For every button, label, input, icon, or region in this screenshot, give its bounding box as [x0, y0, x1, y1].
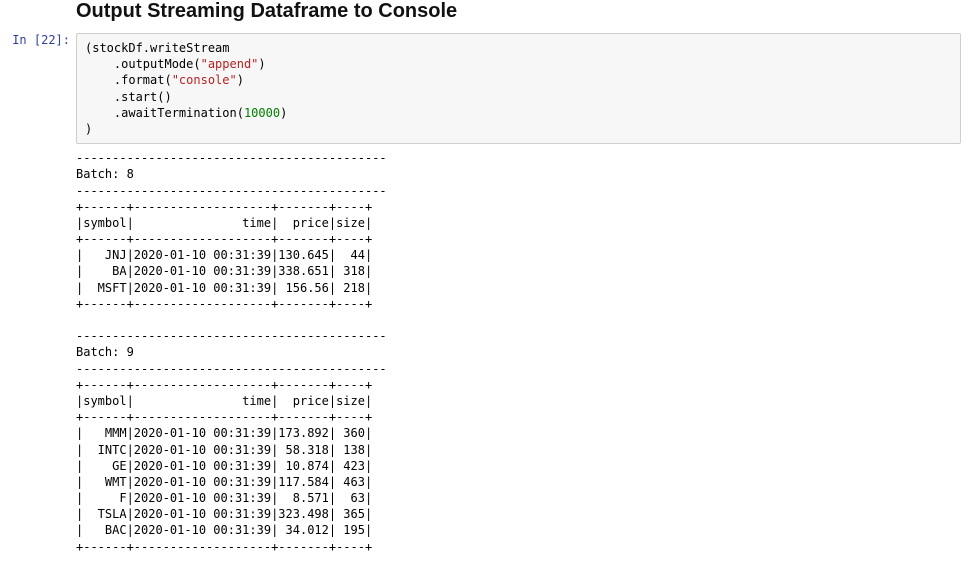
output-row: ----------------------------------------… — [0, 150, 979, 555]
code-token: .outputMode( — [85, 57, 201, 71]
code-token: ) — [237, 73, 244, 87]
code-token: .writeStream — [143, 41, 230, 55]
input-prompt: In [22]: — [0, 33, 76, 49]
notebook: Output Streaming Dataframe to Console In… — [0, 0, 979, 575]
stdout-output: ----------------------------------------… — [76, 150, 979, 555]
code-number: 10000 — [244, 106, 280, 120]
code-token: .start() — [85, 90, 172, 104]
code-token: ) — [280, 106, 287, 120]
code-string: "console" — [172, 73, 237, 87]
code-token: .format( — [85, 73, 172, 87]
code-token: ) — [258, 57, 265, 71]
code-token: (stockDf — [85, 41, 143, 55]
section-heading: Output Streaming Dataframe to Console — [76, 0, 457, 23]
code-token: ) — [85, 122, 92, 136]
code-token: .awaitTermination( — [85, 106, 244, 120]
code-string: "append" — [201, 57, 259, 71]
code-cell[interactable]: (stockDf.writeStream .outputMode("append… — [76, 33, 961, 144]
code-cell-row: In [22]: (stockDf.writeStream .outputMod… — [0, 33, 979, 144]
